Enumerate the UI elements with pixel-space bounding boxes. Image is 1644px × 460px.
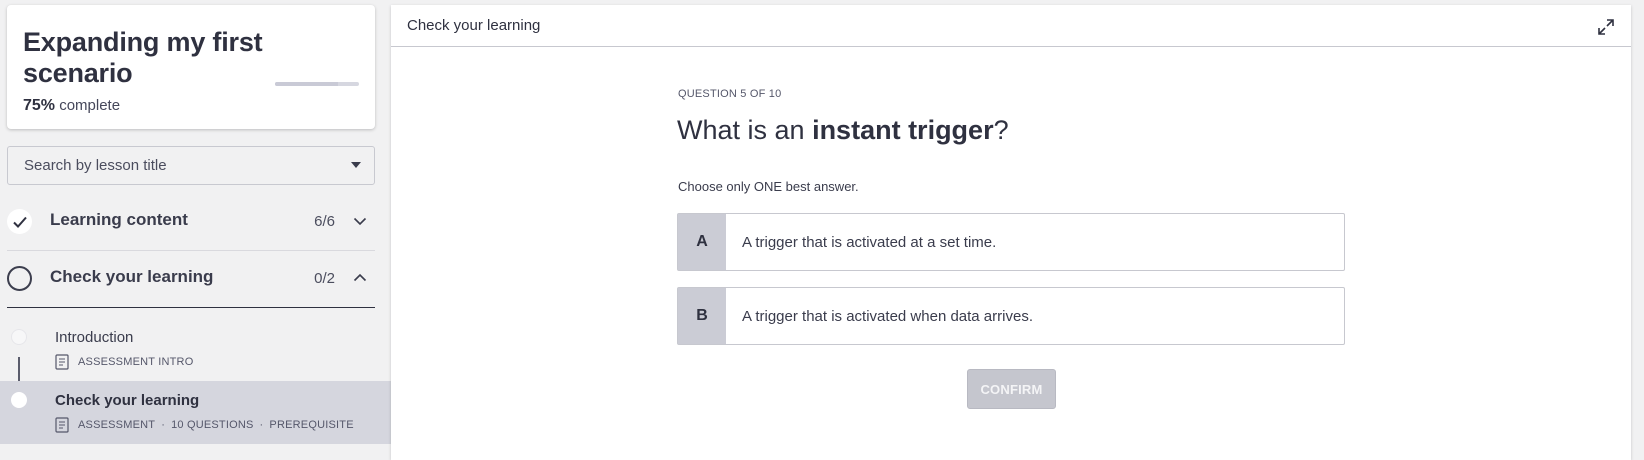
question-text: What is an instant trigger? — [677, 115, 1009, 146]
section-learning-content[interactable]: Learning content 6/6 — [7, 194, 375, 251]
course-sidebar: Expanding my first scenario 75% complete… — [0, 0, 391, 460]
lesson-meta-prerequisite: PREREQUISITE — [269, 419, 354, 431]
option-text: A trigger that is activated when data ar… — [742, 307, 1033, 325]
confirm-button[interactable]: CONFIRM — [967, 369, 1056, 409]
lesson-title: Introduction — [55, 329, 134, 346]
lesson-meta-questions: 10 QUESTIONS — [171, 419, 254, 431]
panel-header: Check your learning — [391, 5, 1631, 47]
section-check-your-learning[interactable]: Check your learning 0/2 — [7, 251, 375, 308]
section-title: Learning content — [50, 210, 188, 229]
lesson-status-dot — [11, 392, 27, 408]
panel-title: Check your learning — [407, 17, 541, 34]
lesson-status-dot — [11, 329, 27, 345]
section-count: 6/6 — [314, 213, 335, 230]
document-icon — [55, 417, 69, 433]
progress-percent: 75% — [23, 97, 56, 114]
document-icon — [55, 354, 69, 370]
lesson-search-select[interactable]: Search by lesson title — [7, 146, 375, 185]
option-letter: A — [678, 214, 726, 270]
option-text: A trigger that is activated at a set tim… — [742, 233, 997, 251]
question-instructions: Choose only ONE best answer. — [678, 179, 859, 194]
question-number: QUESTION 5 OF 10 — [678, 88, 782, 100]
section-title: Check your learning — [50, 267, 214, 286]
question-prefix: What is an — [677, 115, 813, 145]
lesson-meta: ASSESSMENT INTRO — [55, 354, 193, 370]
question-suffix: ? — [993, 115, 1009, 145]
lesson-check-your-learning[interactable]: Check your learning ASSESSMENT · 10 QUES… — [0, 381, 391, 444]
check-icon — [7, 209, 32, 234]
chevron-down-icon[interactable] — [353, 214, 367, 228]
course-progress-text: 75% complete — [23, 97, 120, 115]
assessment-panel: Check your learning QUESTION 5 OF 10 Wha… — [391, 5, 1631, 460]
lesson-meta-type: ASSESSMENT INTRO — [78, 356, 194, 368]
course-title: Expanding my first scenario — [23, 27, 263, 88]
option-letter: B — [678, 288, 726, 344]
empty-circle-icon — [7, 266, 32, 291]
lesson-search-placeholder: Search by lesson title — [24, 157, 167, 174]
lesson-meta-type: ASSESSMENT — [78, 419, 156, 431]
progress-suffix: complete — [59, 97, 121, 114]
lesson-introduction[interactable]: Introduction ASSESSMENT INTRO — [0, 318, 391, 381]
lesson-title: Check your learning — [55, 392, 200, 409]
expand-icon[interactable] — [1596, 17, 1616, 37]
course-summary-card: Expanding my first scenario 75% complete — [7, 5, 375, 129]
course-progress-bar — [275, 82, 359, 86]
question-emphasis: instant trigger — [812, 115, 994, 145]
answer-option-b[interactable]: B A trigger that is activated when data … — [677, 287, 1345, 345]
section-count: 0/2 — [314, 270, 335, 287]
answer-option-a[interactable]: A A trigger that is activated at a set t… — [677, 213, 1345, 271]
caret-down-icon — [351, 162, 361, 168]
meta-separator: · — [161, 419, 166, 431]
course-progress-fill — [275, 82, 338, 86]
meta-separator: · — [259, 419, 264, 431]
chevron-up-icon[interactable] — [353, 271, 367, 285]
lesson-meta: ASSESSMENT · 10 QUESTIONS · PREREQUISITE — [55, 417, 354, 433]
